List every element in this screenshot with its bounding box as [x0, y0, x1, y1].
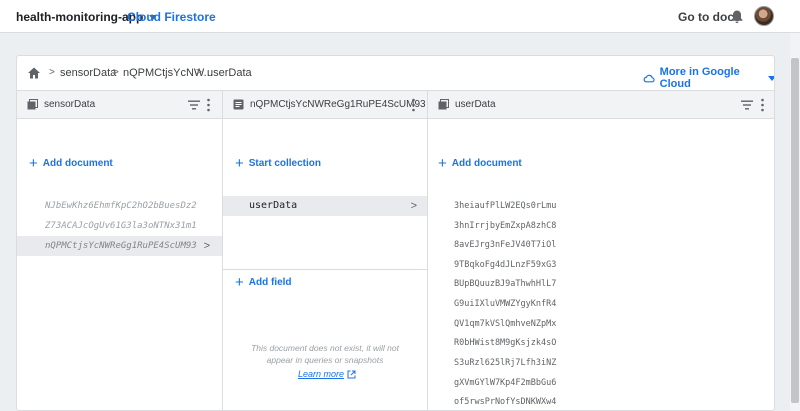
panel-header: nQPMCtjsYcNWReGg1RuPE4ScUM93 — [223, 91, 427, 119]
more-vert-icon[interactable] — [412, 98, 415, 112]
divider — [223, 269, 427, 270]
list-item[interactable]: 8avEJrg3nFeJV40T7iOl — [454, 240, 556, 250]
more-vert-icon[interactable] — [761, 98, 764, 112]
collection-panel-sensordata: sensorData + Add document NJbEwKhz6EhmfK… — [17, 91, 223, 410]
panel-title: userData — [455, 99, 496, 110]
start-collection-button[interactable]: + Start collection — [235, 154, 322, 172]
scrollbar-thumb[interactable] — [791, 58, 799, 403]
document-id: Z73ACAJcOgUv61G3la3oNTNx31m1 — [45, 221, 197, 231]
breadcrumb-item-sensordata[interactable]: sensorData — [60, 67, 116, 79]
list-item[interactable]: Z73ACAJcOgUv61G3la3oNTNx31m1 — [17, 216, 222, 236]
page-scrollbar[interactable] — [790, 33, 800, 411]
filter-icon[interactable] — [741, 100, 753, 110]
list-item[interactable]: 3heiaufPlLW2EQs0rLmu — [454, 201, 556, 211]
list-item[interactable]: BUpBQuuzBJ9aThwhHlL7 — [454, 279, 556, 289]
plus-icon: + — [29, 154, 38, 172]
chevron-right-icon: > — [410, 200, 417, 212]
list-item-selected[interactable]: userData > — [223, 196, 427, 216]
add-field-button[interactable]: + Add field — [235, 273, 292, 291]
panel-header: sensorData — [17, 91, 222, 119]
start-collection-label: Start collection — [248, 158, 322, 169]
more-in-google-cloud-button[interactable]: More in Google Cloud — [643, 66, 774, 90]
document-missing-message: This document does not exist, it will no… — [251, 343, 399, 365]
top-bar: health-monitoring-app Cloud Firestore Go… — [0, 0, 800, 33]
list-item-selected[interactable]: nQPMCtjsYcNWReGg1RuPE4ScUM93 > — [17, 236, 222, 256]
list-item[interactable]: 3hnIrrjbyEmZxpA8zhC8 — [454, 221, 556, 231]
open-in-new-icon — [347, 370, 356, 378]
list-item[interactable]: gXVmGYlW7Kp4F2mBbGu6 — [454, 378, 556, 388]
add-field-label: Add field — [248, 277, 292, 288]
data-viewer-card: > sensorData > nQPMCtjsYcNW... > userDat… — [16, 55, 775, 411]
chevron-right-icon: > — [196, 67, 202, 78]
more-in-google-cloud-label: More in Google Cloud — [659, 66, 740, 90]
add-document-button[interactable]: + Add document — [29, 154, 113, 172]
collection-icon — [438, 99, 449, 110]
project-name: health-monitoring-app — [16, 10, 144, 24]
product-name[interactable]: Cloud Firestore — [127, 10, 216, 24]
list-item[interactable]: NJbEwKhz6EhmfKpC2hO2bBuesDz2 — [17, 196, 222, 216]
add-document-label: Add document — [451, 158, 522, 169]
list-item[interactable]: G9uiIXluVMWZYgyKnfR4 — [454, 299, 556, 309]
breadcrumb-item-userdata[interactable]: userData — [207, 67, 252, 79]
list-item[interactable]: of5rwsPrNofYsDNKWXw4 — [454, 397, 556, 407]
document-id: nQPMCtjsYcNWReGg1RuPE4ScUM93 — [45, 241, 197, 251]
plus-icon: + — [438, 154, 447, 172]
collection-icon — [27, 99, 38, 110]
panel-title: nQPMCtjsYcNWReGg1RuPE4ScUM93 — [250, 99, 426, 110]
list-item[interactable]: QV1qm7kVSlQmhveNZpMx — [454, 319, 556, 329]
subcollection-name: userData — [249, 200, 298, 211]
learn-more-label: Learn more — [298, 369, 345, 379]
more-vert-icon[interactable] — [207, 98, 210, 112]
chevron-right-icon: > — [49, 67, 55, 78]
chevron-down-icon — [768, 75, 774, 81]
home-icon[interactable] — [27, 66, 41, 80]
collection-panel-userdata: userData + Add document 3heiaufPlLW2EQs0… — [428, 91, 774, 410]
plus-icon: + — [235, 154, 244, 172]
list-item[interactable]: 9TBqkoFg4dJLnzF59xG3 — [454, 260, 556, 270]
document-icon — [233, 99, 244, 110]
avatar[interactable] — [754, 6, 774, 26]
panel-header: userData — [428, 91, 774, 119]
add-document-button[interactable]: + Add document — [438, 154, 522, 172]
chevron-right-icon: > — [203, 240, 210, 252]
notifications-bell-icon[interactable] — [729, 9, 745, 25]
filter-icon[interactable] — [188, 100, 200, 110]
learn-more-link[interactable]: Learn more — [298, 369, 356, 379]
panel-title: sensorData — [44, 99, 96, 110]
plus-icon: + — [235, 273, 244, 291]
document-panel: nQPMCtjsYcNWReGg1RuPE4ScUM93 + Start col… — [223, 91, 428, 410]
list-item[interactable]: S3uRzl625lRj7Lfh3iNZ — [454, 358, 556, 368]
document-id: NJbEwKhz6EhmfKpC2hO2bBuesDz2 — [45, 201, 197, 211]
breadcrumb: > sensorData > nQPMCtjsYcNW... > userDat… — [17, 56, 774, 91]
chevron-right-icon: > — [113, 67, 119, 78]
add-document-label: Add document — [42, 158, 113, 169]
list-item[interactable]: R0bHWist8M9gKsjzk4sO — [454, 338, 556, 348]
cloud-icon — [643, 74, 655, 82]
